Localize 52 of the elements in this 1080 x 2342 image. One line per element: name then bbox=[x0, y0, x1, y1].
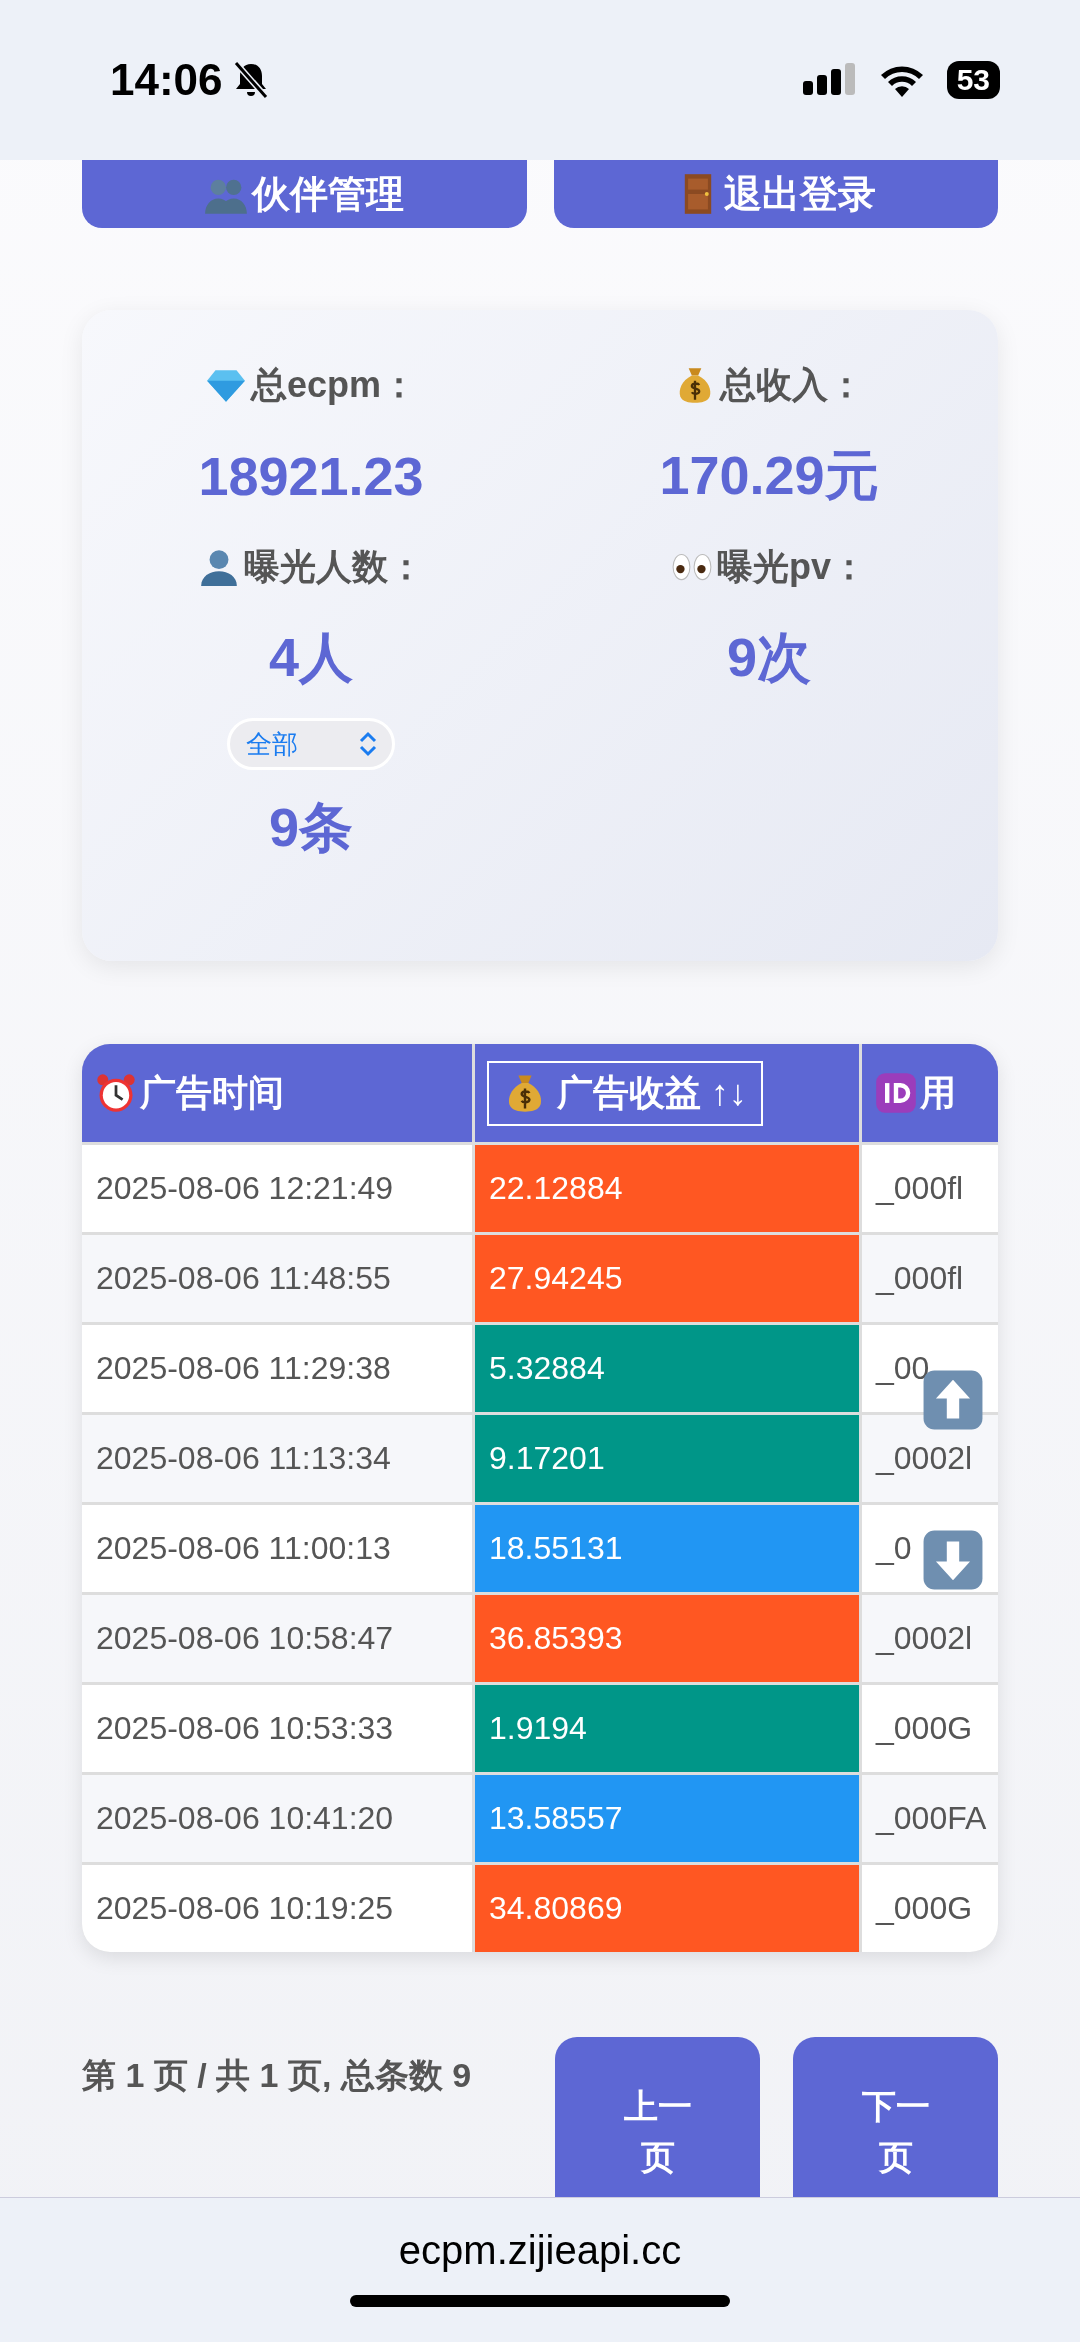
table-cell: 2025-08-06 10:19:25 bbox=[82, 1865, 472, 1952]
nav-button[interactable]: 退出登录 bbox=[553, 160, 998, 228]
stat-label: 总ecpm： bbox=[250, 362, 417, 407]
revenue-cell: 27.94245 bbox=[475, 1235, 859, 1322]
revenue-cell: 13.58557 bbox=[475, 1775, 859, 1862]
revenue-cell: 34.80869 bbox=[475, 1865, 859, 1952]
next-page-button[interactable]: 下一页 bbox=[793, 2037, 998, 2197]
stat-value: 18921.23 bbox=[198, 445, 424, 508]
column-header: 广告时间 bbox=[82, 1044, 472, 1142]
battery-level: 53 bbox=[946, 61, 1000, 99]
table-cell: _000G bbox=[862, 1685, 998, 1772]
stat-label: 曝光pv： bbox=[717, 544, 867, 589]
stat-value: 9次 bbox=[726, 625, 811, 689]
revenue-cell: 18.55131 bbox=[475, 1505, 859, 1592]
revenue-cell: 9.17201 bbox=[475, 1415, 859, 1502]
id-badge-icon bbox=[874, 1071, 918, 1115]
stat-label: 总收入： bbox=[720, 362, 864, 407]
column-header: 用 bbox=[862, 1044, 998, 1142]
nav-button[interactable]: 伙伴管理 bbox=[82, 160, 527, 228]
table-cell: _000FA bbox=[862, 1775, 998, 1862]
status-time: 14:06 bbox=[110, 55, 223, 105]
revenue-cell: 1.9194 bbox=[475, 1685, 859, 1772]
stat-value: 4人 bbox=[268, 625, 353, 689]
prev-page-button[interactable]: 上一页 bbox=[555, 2037, 760, 2197]
url-text[interactable]: ecpm.zijieapi.cc bbox=[398, 2228, 682, 2273]
table-cell: _0002l bbox=[862, 1595, 998, 1682]
alarm-clock-icon bbox=[94, 1071, 138, 1115]
signal-icon bbox=[802, 63, 857, 97]
sort-button[interactable]: 广告收益 ↑↓ bbox=[487, 1060, 763, 1126]
filter-select[interactable]: 全部 bbox=[227, 718, 395, 770]
table-cell: _000fl bbox=[862, 1145, 998, 1232]
table-cell: 2025-08-06 10:53:33 bbox=[82, 1685, 472, 1772]
table-cell: 2025-08-06 11:00:13 bbox=[82, 1505, 472, 1592]
stat-label: 曝光人数： bbox=[244, 544, 424, 589]
revenue-cell: 22.12884 bbox=[475, 1145, 859, 1232]
page-info: 第 1 页 / 共 1 页, 总条数 9 bbox=[82, 2055, 473, 2096]
table-cell: 2025-08-06 10:58:47 bbox=[82, 1595, 472, 1682]
table-cell: _000G bbox=[862, 1865, 998, 1952]
column-header[interactable]: 广告收益 ↑↓ bbox=[475, 1044, 859, 1142]
revenue-cell: 36.85393 bbox=[475, 1595, 859, 1682]
table-cell: 2025-08-06 11:29:38 bbox=[82, 1325, 472, 1412]
table-cell: 2025-08-06 10:41:20 bbox=[82, 1775, 472, 1862]
table-cell: _0002l bbox=[862, 1415, 998, 1502]
table-cell: 2025-08-06 11:48:55 bbox=[82, 1235, 472, 1322]
table-cell: 2025-08-06 11:13:34 bbox=[82, 1415, 472, 1502]
chevron-icon bbox=[358, 730, 378, 758]
revenue-cell: 5.32884 bbox=[475, 1325, 859, 1412]
table-cell: _000fl bbox=[862, 1235, 998, 1322]
table-cell: 2025-08-06 12:21:49 bbox=[82, 1145, 472, 1232]
stat-value: 170.29元 bbox=[659, 443, 879, 507]
record-count: 9条 bbox=[268, 796, 353, 859]
muted-bell-icon bbox=[232, 60, 269, 100]
